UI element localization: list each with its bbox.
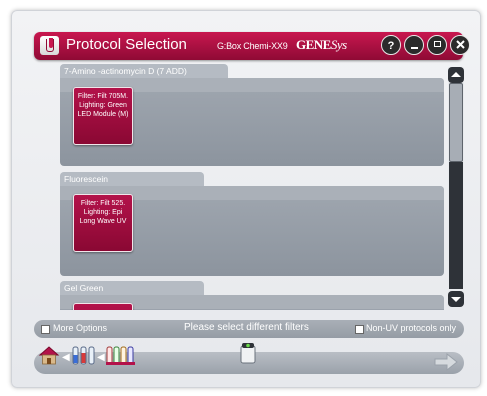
protocol-card[interactable]: [73, 303, 133, 310]
minimize-icon: [410, 47, 418, 49]
scroll-up-button[interactable]: [448, 67, 464, 83]
home-icon[interactable]: [38, 344, 60, 366]
scroll-track[interactable]: [449, 162, 463, 289]
protocol-card[interactable]: Filter: Filt 525. Lighting: Epi Long Wav…: [73, 194, 133, 252]
more-options-label[interactable]: More Options: [53, 323, 107, 333]
close-icon: [455, 40, 465, 49]
help-icon: ?: [387, 40, 395, 52]
scroll-thumb[interactable]: [449, 83, 463, 162]
group-title: Fluorescein: [60, 172, 204, 186]
sample-tubes-icon[interactable]: [71, 345, 95, 367]
minimize-button[interactable]: [404, 35, 424, 55]
group-title: Gel Green: [60, 281, 204, 295]
group-title: 7-Amino -actinomycin D (7 ADD): [60, 64, 228, 78]
tube-rack-icon[interactable]: [106, 345, 136, 367]
next-arrow-icon[interactable]: [433, 351, 459, 373]
protocol-list: 7-Amino -actinomycin D (7 ADD) Filter: F…: [36, 64, 444, 310]
app-logo-icon: [40, 36, 59, 55]
more-options-checkbox[interactable]: [41, 325, 50, 334]
brand-prefix: GENE: [296, 37, 331, 52]
brand-logo: GENESys: [296, 37, 347, 53]
vertical-scrollbar[interactable]: [448, 67, 464, 307]
non-uv-label[interactable]: Non-UV protocols only: [366, 323, 456, 333]
close-button[interactable]: [450, 35, 470, 55]
maximize-button[interactable]: [427, 35, 447, 55]
arrow-up-icon: [451, 72, 461, 77]
imager-device-icon[interactable]: [239, 342, 257, 364]
options-bar: More Options Please select different fil…: [34, 320, 464, 338]
title-bar: Protocol Selection G:Box Chemi-XX9 GENES…: [34, 32, 470, 60]
protocol-card[interactable]: Filter: Filt 705M. Lighting: Green LED M…: [73, 87, 133, 145]
brand-suffix: Sys: [330, 37, 347, 52]
maximize-icon: [433, 41, 441, 47]
help-button[interactable]: ?: [381, 35, 401, 55]
device-name: G:Box Chemi-XX9: [217, 41, 288, 51]
non-uv-checkbox[interactable]: [355, 325, 364, 334]
status-message: Please select different filters: [184, 322, 309, 333]
scroll-down-button[interactable]: [448, 291, 464, 307]
arrow-left-icon: ◀: [62, 352, 70, 363]
arrow-down-icon: [451, 297, 461, 302]
window-title: Protocol Selection: [66, 36, 187, 53]
arrow-left-icon: ◀: [97, 352, 105, 363]
navigation-bar: ◀ ◀: [34, 343, 464, 374]
